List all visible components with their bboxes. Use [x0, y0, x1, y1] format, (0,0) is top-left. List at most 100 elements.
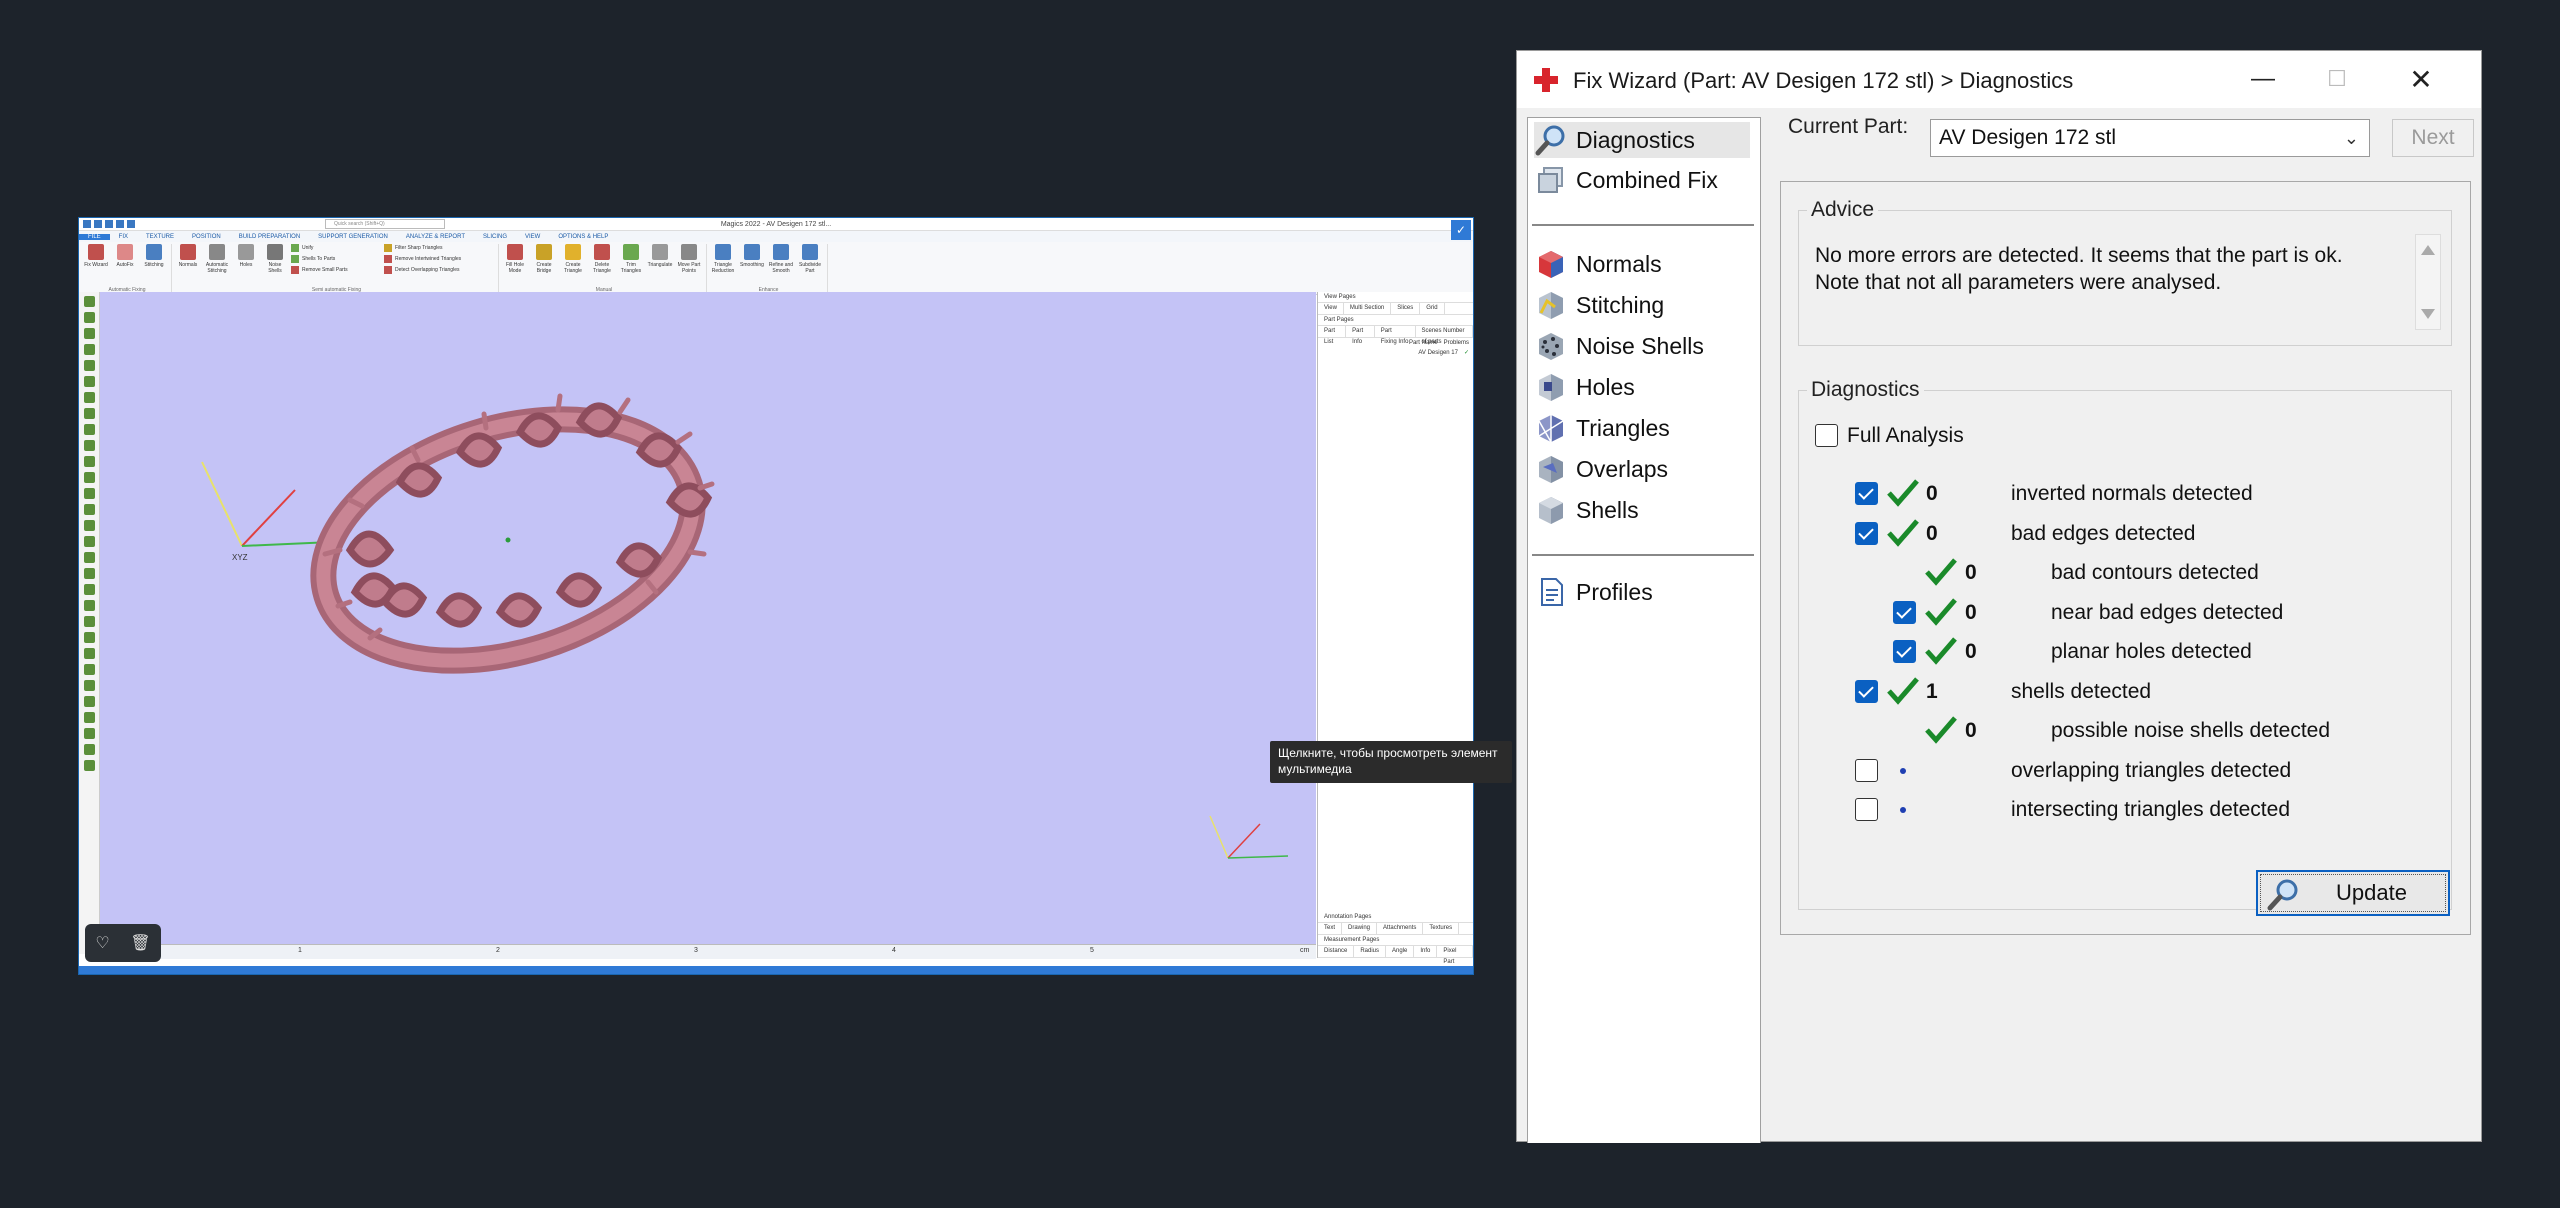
tab-info[interactable]: Info: [1414, 946, 1438, 957]
ribbon-remove-intertwined[interactable]: Remove Intertwined Triangles: [384, 255, 494, 263]
tool-icon[interactable]: [83, 600, 95, 611]
ribbon-trim-triangles[interactable]: Trim Triangles: [618, 244, 644, 292]
tool-icon[interactable]: [83, 392, 95, 403]
ribbon-autofix[interactable]: AutoFix: [112, 244, 138, 292]
tab-pixel-part[interactable]: Pixel Part: [1437, 946, 1473, 965]
tool-icon[interactable]: [83, 520, 95, 531]
tab-slices[interactable]: Slices: [1391, 303, 1421, 314]
ribbon-unify[interactable]: Unify: [291, 244, 381, 252]
nav-normals[interactable]: Normals: [1534, 246, 1750, 282]
bad-edges-checkbox[interactable]: [1855, 522, 1878, 545]
menu-build-preparation[interactable]: BUILD PREPARATION: [230, 234, 309, 240]
tool-icon[interactable]: [83, 632, 95, 643]
tab-distance[interactable]: Distance: [1318, 946, 1355, 957]
help-check-icon[interactable]: ✓: [1451, 220, 1471, 240]
tool-icon[interactable]: [83, 664, 95, 675]
nav-profiles[interactable]: Profiles: [1534, 574, 1750, 610]
tab-multi-section[interactable]: Multi Section: [1344, 303, 1392, 314]
part-pages-header[interactable]: Part Pages: [1318, 315, 1473, 326]
tool-icon[interactable]: [83, 408, 95, 419]
tool-icon[interactable]: [83, 680, 95, 691]
tool-icon[interactable]: [83, 296, 95, 307]
ribbon-stitching[interactable]: Stitching: [141, 244, 167, 292]
menu-fix[interactable]: FIX: [110, 234, 137, 240]
tab-text[interactable]: Text: [1318, 923, 1343, 934]
tool-icon[interactable]: [83, 360, 95, 371]
ribbon-fix-wizard[interactable]: Fix Wizard: [83, 244, 109, 292]
tab-radius[interactable]: Radius: [1354, 946, 1387, 957]
tool-icon[interactable]: [83, 760, 95, 771]
ribbon-remove-small-parts[interactable]: Remove Small Parts: [291, 266, 381, 274]
tool-icon[interactable]: [83, 472, 95, 483]
ribbon-holes[interactable]: Holes: [233, 244, 259, 292]
nav-holes[interactable]: Holes: [1534, 369, 1750, 405]
ribbon-refine-smooth[interactable]: Refine and Smooth: [768, 244, 794, 292]
tab-view[interactable]: View: [1318, 303, 1344, 314]
nav-combined-fix[interactable]: Combined Fix: [1534, 162, 1750, 198]
ribbon-shells-to-parts[interactable]: Shells To Parts: [291, 255, 381, 263]
tab-scenes[interactable]: Scenes Number of parts: [1416, 326, 1473, 345]
shells-checkbox[interactable]: [1855, 680, 1878, 703]
overlapping-checkbox[interactable]: [1855, 759, 1878, 782]
tab-part-info[interactable]: Part Info: [1346, 326, 1375, 345]
ribbon-delete-triangle[interactable]: Delete Triangle: [589, 244, 615, 292]
tool-icon[interactable]: [83, 440, 95, 451]
tab-angle[interactable]: Angle: [1386, 946, 1415, 957]
ribbon-triangulate[interactable]: Triangulate: [647, 244, 673, 292]
tool-icon[interactable]: [83, 728, 95, 739]
nav-shells[interactable]: Shells: [1534, 492, 1750, 528]
tool-icon[interactable]: [83, 696, 95, 707]
ribbon-filter-sharp[interactable]: Filter Sharp Triangles: [384, 244, 494, 252]
ribbon-move-part-points[interactable]: Move Part Points: [676, 244, 702, 292]
tool-icon[interactable]: [83, 344, 95, 355]
menu-view[interactable]: VIEW: [516, 234, 549, 240]
tab-textures[interactable]: Textures: [1423, 923, 1460, 934]
tool-icon[interactable]: [83, 312, 95, 323]
full-analysis-checkbox[interactable]: [1815, 424, 1838, 447]
near-bad-edges-checkbox[interactable]: [1893, 601, 1916, 624]
tab-part-list[interactable]: Part List: [1318, 326, 1347, 345]
tab-drawing[interactable]: Drawing: [1342, 923, 1378, 934]
menu-slicing[interactable]: SLICING: [474, 234, 516, 240]
tab-grid[interactable]: Grid: [1420, 303, 1445, 314]
ring-model[interactable]: [294, 377, 723, 702]
ribbon-fill-hole-mode[interactable]: Fill Hole Mode: [502, 244, 528, 292]
3d-viewport[interactable]: XYZ: [100, 292, 1316, 944]
tool-icon[interactable]: [83, 488, 95, 499]
menu-analyze-report[interactable]: ANALYZE & REPORT: [397, 234, 474, 240]
tab-attachments[interactable]: Attachments: [1377, 923, 1424, 934]
nav-triangles[interactable]: Triangles: [1534, 410, 1750, 446]
intersecting-checkbox[interactable]: [1855, 798, 1878, 821]
tool-icon[interactable]: [83, 552, 95, 563]
ribbon-create-bridge[interactable]: Create Bridge: [531, 244, 557, 292]
nav-stitching[interactable]: Stitching: [1534, 287, 1750, 323]
tool-icon[interactable]: [83, 712, 95, 723]
tool-icon[interactable]: [83, 424, 95, 435]
view-pages-header[interactable]: View Pages: [1318, 292, 1473, 303]
nav-noise-shells[interactable]: Noise Shells: [1534, 328, 1750, 364]
menu-file[interactable]: FILE: [79, 233, 110, 240]
update-button[interactable]: Update: [2256, 870, 2450, 916]
measurement-pages-header[interactable]: Measurement Pages: [1318, 935, 1473, 946]
ribbon-detect-overlapping[interactable]: Detect Overlapping Triangles: [384, 266, 494, 274]
inverted-normals-checkbox[interactable]: [1855, 482, 1878, 505]
tool-icon[interactable]: [83, 648, 95, 659]
menu-options-help[interactable]: OPTIONS & HELP: [549, 234, 617, 240]
ribbon-create-triangle[interactable]: Create Triangle: [560, 244, 586, 292]
tool-icon[interactable]: [83, 456, 95, 467]
annotation-pages-header[interactable]: Annotation Pages: [1318, 912, 1473, 923]
nav-diagnostics[interactable]: Diagnostics: [1534, 122, 1750, 158]
tool-icon[interactable]: [83, 328, 95, 339]
heart-icon[interactable]: ♡: [95, 933, 109, 953]
tool-icon[interactable]: [83, 584, 95, 595]
tool-icon[interactable]: [83, 504, 95, 515]
ribbon-smoothing[interactable]: Smoothing: [739, 244, 765, 292]
scroll-down-icon[interactable]: [2421, 309, 2435, 319]
ribbon-subdivide-part[interactable]: Subdivide Part: [797, 244, 823, 292]
current-part-select[interactable]: AV Desigen 172 stl ⌄: [1930, 119, 2370, 157]
tool-icon[interactable]: [83, 536, 95, 547]
advice-scrollbar[interactable]: [2415, 234, 2441, 330]
scroll-up-icon[interactable]: [2421, 245, 2435, 255]
close-icon[interactable]: ✕: [2391, 59, 2451, 99]
tool-icon[interactable]: [83, 616, 95, 627]
